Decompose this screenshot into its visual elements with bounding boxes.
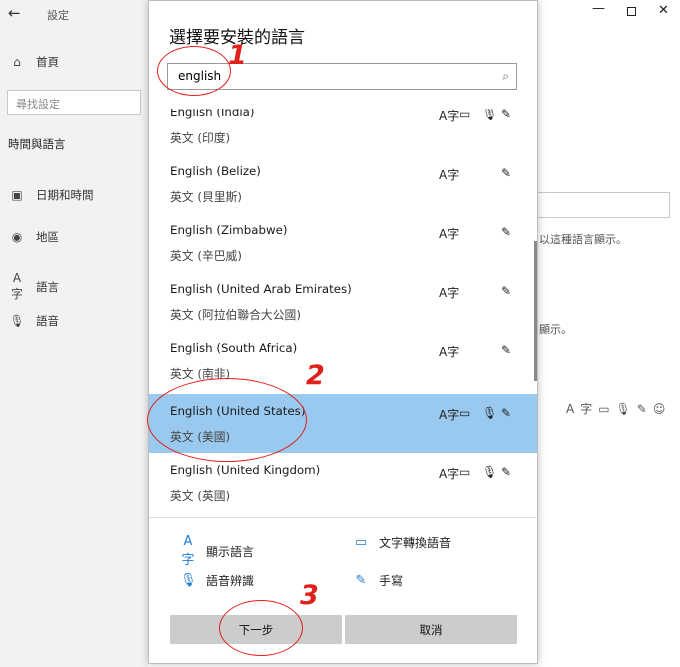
speech-recognition-icon: 🎙 — [482, 406, 498, 420]
language-name: English (United Arab Emirates) — [170, 282, 352, 296]
legend-label: 手寫 — [379, 574, 404, 588]
display-language-icon: A字 — [439, 286, 460, 300]
sidebar-item-label: 地區 — [36, 230, 59, 244]
annotation-number-1: 1 — [228, 40, 247, 71]
language-icon: A字 — [10, 271, 23, 301]
display-language-icon: A字 — [439, 168, 460, 182]
settings-search-input[interactable]: 尋找設定 — [7, 90, 141, 115]
language-row-english-zimbabwe[interactable]: English (Zimbabwe) 英文 (辛巴威) A字 ✎ — [149, 223, 537, 282]
sidebar-item-language[interactable]: A字 語言 — [8, 271, 59, 302]
sidebar-item-label: 日期和時間 — [36, 188, 94, 202]
sidebar-item-region[interactable]: ◉ 地區 — [8, 229, 59, 245]
sidebar-item-speech[interactable]: 🎙 語音 — [8, 313, 59, 329]
language-name: English (India) — [170, 109, 255, 119]
language-native-name: 英文 (阿拉伯聯合大公國) — [170, 308, 301, 322]
handwriting-icon: ✎ — [501, 465, 512, 479]
annotation-oval-search — [157, 46, 231, 96]
home-icon: ⌂ — [13, 55, 21, 69]
handwriting-icon: ✎ — [501, 109, 512, 121]
language-list-scrollbar[interactable] — [534, 241, 537, 381]
sidebar-item-label: 語音 — [36, 314, 59, 328]
right-pane-hint: 以這種語言顯示。 — [539, 233, 627, 246]
cancel-button[interactable]: 取消 — [345, 615, 517, 644]
display-language-icon: A字 — [439, 467, 460, 481]
back-arrow-icon[interactable]: ← — [8, 4, 21, 22]
language-native-name: 英文 (英國) — [170, 489, 231, 503]
right-pane-capability-icons: A字▭🎙✎☺ — [566, 402, 672, 416]
language-name: English (Zimbabwe) — [170, 223, 288, 237]
close-button[interactable]: ✕ — [658, 3, 669, 18]
handwriting-icon: ✎ — [501, 225, 512, 239]
language-row-english-india[interactable]: English (India) 英文 (印度) A字 ▭ 🎙 ✎ — [149, 109, 537, 164]
language-native-name: 英文 (貝里斯) — [170, 190, 242, 204]
text-to-speech-icon: ▭ — [459, 109, 471, 121]
display-language-icon: A字 — [439, 227, 460, 241]
language-name: English (South Africa) — [170, 341, 298, 355]
language-row-english-united-kingdom[interactable]: English (United Kingdom) 英文 (英國) A字 ▭ 🎙 … — [149, 463, 537, 517]
language-row-english-belize[interactable]: English (Belize) 英文 (貝里斯) A字 ✎ — [149, 164, 537, 223]
legend-label: 語音辨識 — [206, 574, 255, 588]
display-language-icon: A字 — [439, 345, 460, 359]
sidebar-item-home[interactable]: ⌂ 首頁 — [8, 54, 59, 70]
handwriting-icon: ✎ — [501, 166, 512, 180]
language-name: English (United Kingdom) — [170, 463, 321, 477]
text-to-speech-icon: ▭ — [459, 406, 471, 420]
language-name: English (Belize) — [170, 164, 261, 178]
speech-recognition-icon: 🎙 — [482, 109, 498, 121]
handwriting-icon: ✎ — [501, 284, 512, 298]
handwriting-icon: ✎ — [501, 343, 512, 357]
legend-handwriting: ✎ 手寫 — [353, 572, 403, 589]
right-pane-dropdown[interactable] — [538, 192, 670, 218]
display-language-icon: A字 — [181, 534, 195, 568]
language-native-name: 英文 (印度) — [170, 131, 231, 145]
handwriting-icon: ✎ — [355, 573, 367, 588]
legend-label: 文字轉換語音 — [379, 536, 452, 550]
search-icon[interactable]: ⌕ — [502, 69, 509, 84]
annotation-oval-next-button — [219, 600, 303, 656]
maximize-icon — [627, 7, 636, 16]
microphone-icon: 🎙 — [180, 573, 197, 588]
language-native-name: 英文 (辛巴威) — [170, 249, 242, 263]
speech-recognition-icon: 🎙 — [482, 465, 498, 479]
text-to-speech-icon: ▭ — [459, 465, 471, 479]
text-to-speech-icon: ▭ — [354, 535, 368, 550]
display-language-icon: A字 — [439, 408, 460, 422]
right-pane-hint-2: 顯示。 — [539, 323, 572, 336]
legend-speech-recognition: 🎙 語音辨識 — [180, 572, 254, 589]
display-language-icon: A字 — [439, 109, 460, 123]
annotation-number-2: 2 — [306, 360, 325, 391]
annotation-oval-selected-row — [147, 378, 307, 462]
language-row-english-uae[interactable]: English (United Arab Emirates) 英文 (阿拉伯聯合… — [149, 282, 537, 341]
choose-language-dialog: 選擇要安裝的語言 ⌕ English (India) 英文 (印度) A字 ▭ … — [148, 0, 538, 664]
maximize-button[interactable] — [627, 3, 636, 20]
globe-icon: ◉ — [11, 230, 23, 244]
legend-display-language: A字 顯示語言 — [180, 534, 254, 568]
calendar-icon: ▣ — [11, 188, 23, 202]
minimize-button[interactable]: — — [592, 1, 605, 16]
sidebar-item-label: 首頁 — [36, 55, 59, 69]
window-title: 設定 — [47, 9, 69, 22]
handwriting-icon: ✎ — [501, 406, 512, 420]
microphone-icon: 🎙 — [9, 314, 25, 328]
annotation-number-3: 3 — [300, 580, 319, 611]
sidebar-item-date-time[interactable]: ▣ 日期和時間 — [8, 187, 94, 203]
sidebar-item-label: 語言 — [36, 279, 59, 294]
legend-text-to-speech: ▭ 文字轉換語音 — [353, 534, 451, 551]
sidebar-section-title: 時間與語言 — [8, 137, 66, 151]
legend-label: 顯示語言 — [206, 544, 255, 559]
